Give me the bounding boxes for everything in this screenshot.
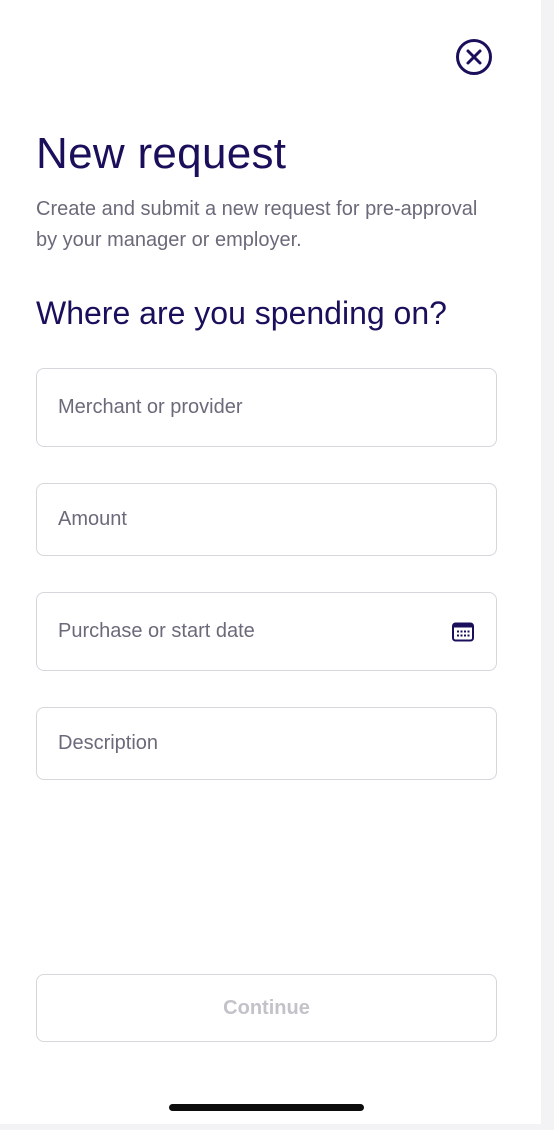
merchant-field[interactable] <box>36 368 497 447</box>
close-circle-icon <box>456 39 492 75</box>
close-button[interactable] <box>455 38 493 76</box>
page-title: New request <box>36 129 287 178</box>
amount-field[interactable] <box>36 483 497 556</box>
new-request-panel: New request Create and submit a new requ… <box>0 0 541 1124</box>
date-field[interactable] <box>36 592 497 671</box>
home-indicator <box>169 1104 364 1111</box>
calendar-icon[interactable] <box>452 622 474 642</box>
section-heading: Where are you spending on? <box>36 295 447 331</box>
page-subtitle: Create and submit a new request for pre-… <box>36 198 478 251</box>
merchant-input[interactable] <box>58 369 475 446</box>
continue-button[interactable]: Continue <box>36 974 497 1042</box>
amount-input[interactable] <box>58 484 475 555</box>
description-field[interactable] <box>36 707 497 780</box>
description-input[interactable] <box>58 708 475 779</box>
date-input[interactable] <box>58 593 436 670</box>
